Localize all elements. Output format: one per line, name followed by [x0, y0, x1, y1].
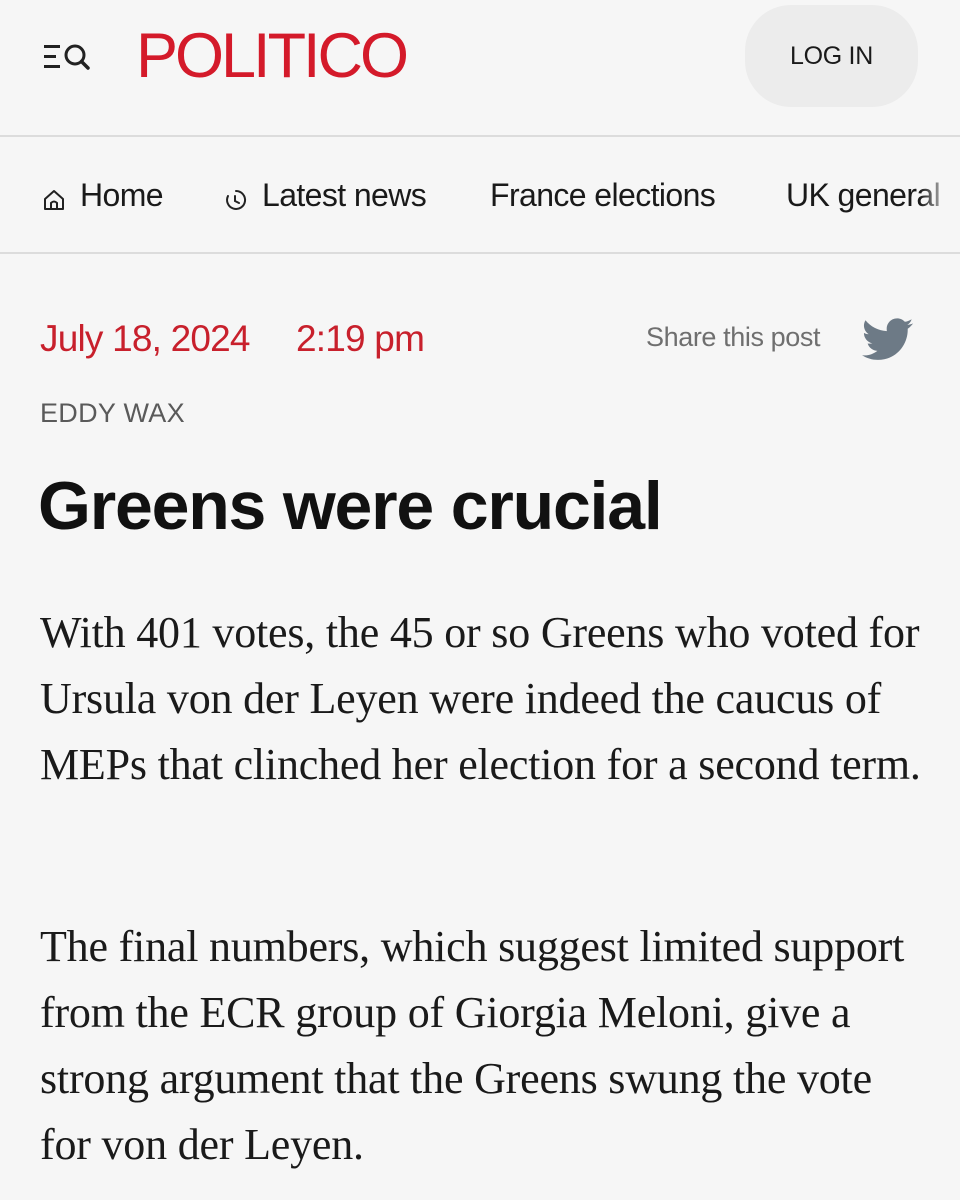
article-time: 2:19 pm [296, 318, 425, 359]
nav-item-label: UK general [786, 176, 941, 213]
nav-item-label: Home [80, 176, 164, 213]
article-paragraph: With 401 votes, the 45 or so Greens who … [40, 608, 921, 789]
nav-scroll-fade [920, 137, 960, 253]
login-button[interactable]: LOG IN [745, 5, 918, 107]
share-label[interactable]: Share this post [646, 322, 821, 353]
politico-logo[interactable]: POLITICO [136, 20, 409, 92]
nav-item-france-elections[interactable]: France elections [490, 176, 716, 213]
nav-item-label: Latest news [262, 176, 427, 213]
article-headline: Greens were crucial [38, 468, 663, 544]
article-date: July 18, 2024 [40, 318, 251, 359]
site-header: POLITICO LOG IN [0, 0, 960, 136]
menu-search-icon[interactable] [42, 42, 96, 72]
nav-item-home[interactable]: Home [42, 176, 164, 213]
nav-divider [0, 252, 960, 254]
nav-item-label: France elections [490, 176, 716, 213]
nav-item-uk-general[interactable]: UK general [786, 176, 941, 213]
article-page: POLITICO LOG IN Home Latest news France … [0, 0, 960, 1200]
clock-icon [224, 183, 248, 210]
author-byline[interactable]: EDDY WAX [40, 398, 185, 429]
section-nav: Home Latest news France elections UK gen… [0, 137, 960, 253]
twitter-icon[interactable] [861, 318, 914, 362]
nav-item-latest-news[interactable]: Latest news [224, 176, 427, 213]
home-icon [42, 183, 66, 210]
article-paragraph: The final numbers, which suggest limited… [40, 922, 905, 1169]
